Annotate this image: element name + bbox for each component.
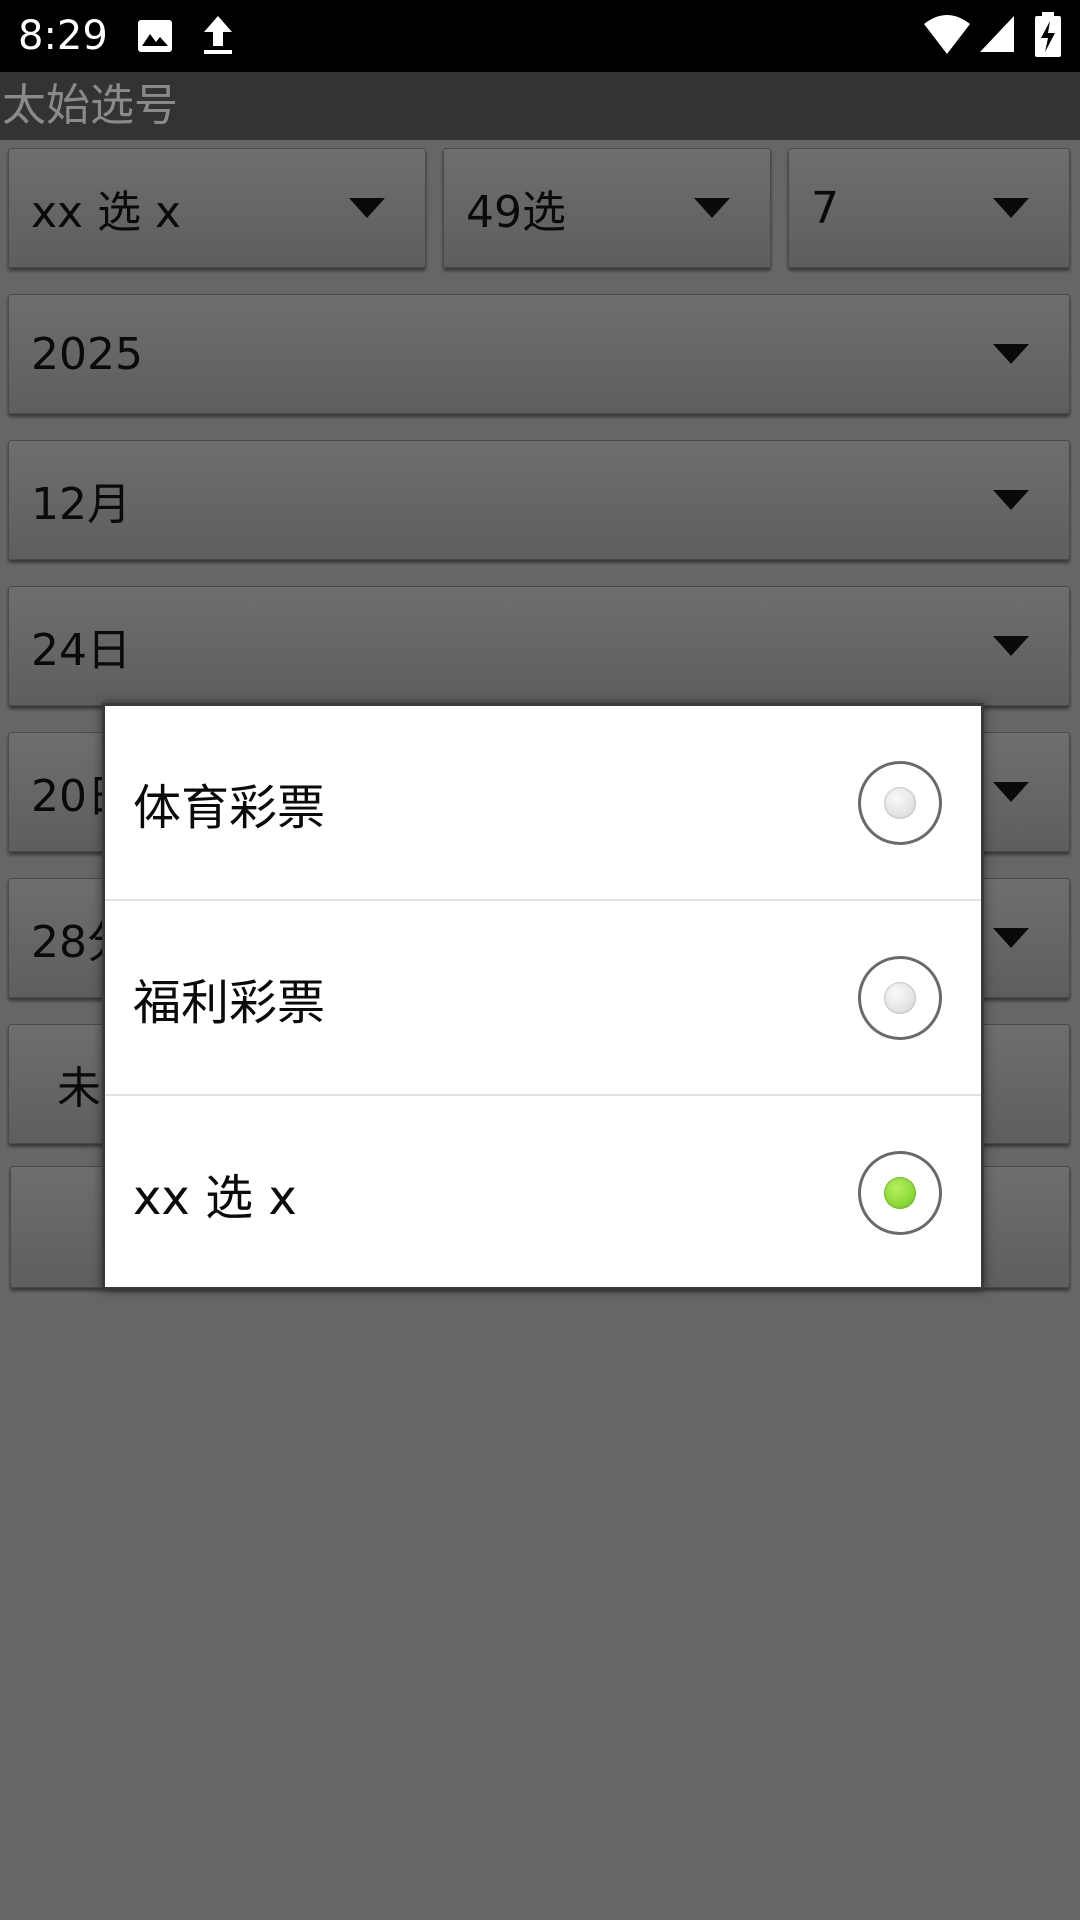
lottery-type-spinner[interactable]: xx 选 x (8, 148, 426, 268)
dropdown-arrow-icon (694, 198, 730, 218)
option-label: 体育彩票 (133, 779, 326, 836)
year-value: 2025 (31, 328, 143, 380)
dropdown-arrow-icon (993, 490, 1029, 510)
dropdown-arrow-icon (993, 928, 1029, 948)
option-xx-choose-x[interactable]: xx 选 x (105, 1096, 981, 1289)
action-button-label: 未 (57, 1063, 101, 1114)
count-value: 7 (811, 182, 839, 234)
status-bar: 8:29 (0, 0, 1080, 72)
radio-selected-icon (884, 1176, 916, 1209)
radio-button[interactable] (858, 760, 942, 845)
dropdown-arrow-icon (993, 198, 1029, 218)
year-spinner[interactable]: 2025 (8, 294, 1070, 414)
radio-unselected-icon (884, 786, 916, 819)
radio-button[interactable] (858, 955, 942, 1040)
battery-charging-icon (1034, 12, 1062, 62)
dropdown-arrow-icon (349, 198, 385, 218)
day-value: 24日 (31, 625, 131, 676)
option-welfare-lottery[interactable]: 福利彩票 (105, 901, 981, 1094)
wifi-icon (922, 12, 972, 60)
image-icon (136, 14, 174, 62)
upload-icon (200, 14, 236, 62)
radio-unselected-icon (884, 981, 916, 1014)
month-spinner[interactable]: 12月 (8, 440, 1070, 560)
lottery-choice-dialog: 体育彩票 福利彩票 xx 选 x (102, 703, 984, 1290)
option-label: xx 选 x (133, 1169, 297, 1226)
radio-button[interactable] (858, 1150, 942, 1235)
option-sports-lottery[interactable]: 体育彩票 (105, 706, 981, 899)
option-label: 福利彩票 (133, 974, 326, 1031)
pool-spinner[interactable]: 49选 (443, 148, 771, 268)
signal-icon (978, 14, 1016, 58)
title-bar: 太始选号 (0, 72, 1080, 140)
dropdown-arrow-icon (993, 636, 1029, 656)
app-title: 太始选号 (2, 80, 178, 131)
count-spinner[interactable]: 7 (788, 148, 1070, 268)
pool-value: 49选 (466, 187, 566, 238)
lottery-type-value: xx 选 x (31, 187, 182, 238)
dropdown-arrow-icon (993, 782, 1029, 802)
day-spinner[interactable]: 24日 (8, 586, 1070, 706)
status-time: 8:29 (18, 13, 108, 59)
dropdown-arrow-icon (993, 344, 1029, 364)
month-value: 12月 (31, 479, 131, 530)
